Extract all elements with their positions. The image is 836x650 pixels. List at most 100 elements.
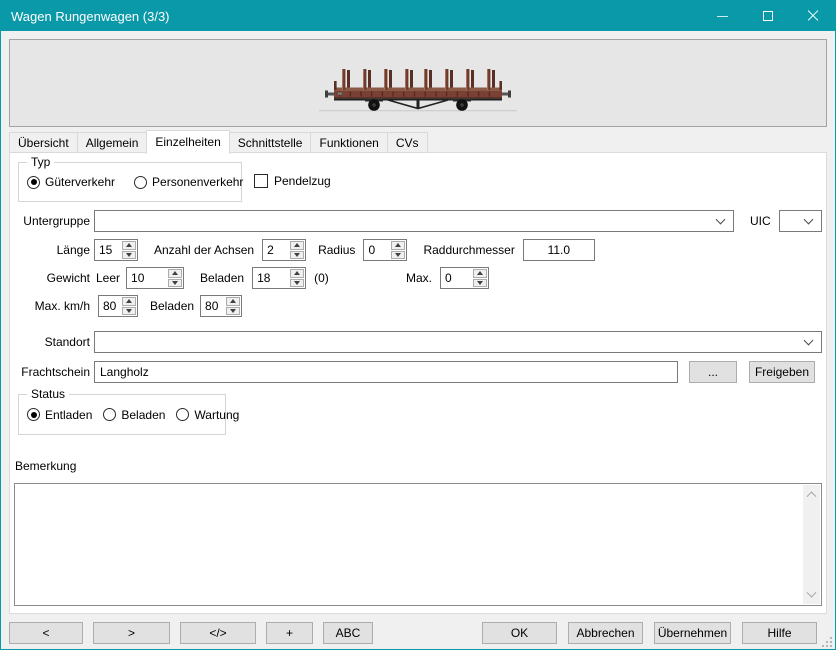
next-button[interactable]: >: [93, 622, 170, 644]
code-button[interactable]: </>: [180, 622, 256, 644]
beladen2-label: Beladen: [150, 299, 194, 313]
radio-wartung[interactable]: Wartung: [176, 408, 239, 422]
untergruppe-combobox[interactable]: [94, 210, 734, 232]
radio-beladen[interactable]: Beladen: [103, 408, 165, 422]
laenge-spinner[interactable]: 15: [94, 239, 138, 261]
radio-entladen[interactable]: Entladen: [27, 408, 92, 422]
prev-button[interactable]: <: [9, 622, 83, 644]
spin-down-icon[interactable]: [122, 251, 136, 260]
spin-down-icon[interactable]: [290, 279, 304, 288]
close-button[interactable]: [790, 1, 835, 31]
spin-down-icon[interactable]: [473, 279, 487, 288]
wagon-image-panel: [9, 39, 827, 127]
tab-strip: Übersicht Allgemein Einzelheiten Schnitt…: [9, 129, 428, 153]
tab-einzelheiten[interactable]: Einzelheiten: [146, 130, 229, 154]
gewicht-label: Gewicht: [14, 271, 90, 285]
tab-page-einzelheiten: Typ Güterverkehr Personenverkehr Pendelz…: [9, 152, 827, 614]
spin-up-icon[interactable]: [290, 269, 304, 278]
radio-beladen-icon: [103, 408, 116, 421]
uic-combobox[interactable]: [779, 210, 822, 232]
beladen-suffix: (0): [314, 271, 329, 285]
bemerkung-textarea[interactable]: [14, 483, 822, 606]
achsen-label: Anzahl der Achsen: [154, 243, 254, 257]
maxkmh-label: Max. km/h: [14, 299, 90, 313]
beladen2-value: 80: [201, 296, 225, 316]
spin-up-icon[interactable]: [391, 241, 405, 250]
typ-groupbox: Typ Güterverkehr Personenverkehr: [18, 162, 242, 202]
raddurchmesser-label: Raddurchmesser: [423, 243, 514, 257]
beladen2-spinner[interactable]: 80: [200, 295, 242, 317]
cancel-button[interactable]: Abbrechen: [568, 622, 643, 644]
maximize-icon: [763, 11, 773, 21]
beladen-label: Beladen: [200, 271, 244, 285]
radio-entladen-icon: [27, 408, 40, 421]
spin-up-icon[interactable]: [473, 269, 487, 278]
spin-up-icon[interactable]: [122, 297, 136, 306]
radio-beladen-label: Beladen: [121, 408, 165, 422]
apply-button[interactable]: Übernehmen: [654, 622, 731, 644]
laenge-label: Länge: [14, 243, 90, 257]
max-spinner[interactable]: 0: [440, 267, 489, 289]
ok-button[interactable]: OK: [482, 622, 557, 644]
browse-button[interactable]: ...: [689, 361, 737, 383]
maximize-button[interactable]: [745, 1, 790, 31]
resize-grip[interactable]: [822, 637, 832, 647]
maxkmh-spinner[interactable]: 80: [98, 295, 138, 317]
radio-gueterverkehr-icon: [27, 176, 40, 189]
help-button[interactable]: Hilfe: [742, 622, 817, 644]
spin-down-icon[interactable]: [122, 307, 136, 316]
freigeben-button[interactable]: Freigeben: [749, 361, 815, 383]
tab-funktionen[interactable]: Funktionen: [310, 132, 387, 153]
laenge-value: 15: [95, 240, 121, 260]
tab-schnittstelle[interactable]: Schnittstelle: [229, 132, 312, 153]
pendelzug-checkbox[interactable]: Pendelzug: [254, 174, 331, 188]
spin-up-icon[interactable]: [226, 297, 240, 306]
beladen-spinner[interactable]: 18: [252, 267, 306, 289]
radio-personenverkehr-label: Personenverkehr: [152, 175, 243, 189]
radius-spinner[interactable]: 0: [363, 239, 407, 261]
spin-up-icon[interactable]: [290, 241, 304, 250]
spin-down-icon[interactable]: [168, 279, 182, 288]
radio-gueterverkehr[interactable]: Güterverkehr: [27, 175, 115, 189]
close-icon: [807, 10, 819, 22]
add-button[interactable]: +: [266, 622, 313, 644]
uic-label: UIC: [750, 214, 771, 228]
radio-personenverkehr[interactable]: Personenverkehr: [134, 175, 243, 189]
tab-uebersicht[interactable]: Übersicht: [9, 132, 78, 153]
dialog-button-group: OK Abbrechen Übernehmen Hilfe: [482, 622, 817, 644]
minimize-button[interactable]: [700, 1, 745, 31]
achsen-spinner[interactable]: 2: [262, 239, 306, 261]
standort-combobox[interactable]: [94, 331, 822, 353]
scroll-up-icon[interactable]: [803, 485, 820, 502]
titlebar[interactable]: Wagen Rungenwagen (3/3): [1, 1, 835, 31]
max-label: Max.: [406, 271, 432, 285]
untergruppe-label: Untergruppe: [14, 214, 90, 228]
radio-wartung-icon: [176, 408, 189, 421]
minimize-icon: [717, 16, 728, 17]
checkbox-icon: [254, 174, 268, 188]
chevron-down-icon: [804, 336, 814, 346]
radio-personenverkehr-icon: [134, 176, 147, 189]
frachtschein-input[interactable]: [94, 361, 678, 383]
leer-value: 10: [127, 268, 167, 288]
tab-allgemein[interactable]: Allgemein: [77, 132, 148, 153]
leer-label: Leer: [96, 271, 120, 285]
spin-down-icon[interactable]: [391, 251, 405, 260]
spin-down-icon[interactable]: [290, 251, 304, 260]
radio-gueterverkehr-label: Güterverkehr: [45, 175, 115, 189]
abc-button[interactable]: ABC: [323, 622, 373, 644]
chevron-down-icon: [716, 215, 726, 225]
spin-up-icon[interactable]: [122, 241, 136, 250]
raddurchmesser-input[interactable]: [523, 239, 595, 261]
chevron-down-icon: [803, 215, 813, 225]
status-groupbox: Status Entladen Beladen Wartung: [18, 394, 226, 435]
radius-label: Radius: [318, 243, 355, 257]
radio-entladen-label: Entladen: [45, 408, 92, 422]
spin-down-icon[interactable]: [226, 307, 240, 316]
tab-cvs[interactable]: CVs: [387, 132, 428, 153]
frachtschein-label: Frachtschein: [14, 365, 90, 379]
bemerkung-scrollbar[interactable]: [803, 485, 820, 604]
leer-spinner[interactable]: 10: [126, 267, 184, 289]
spin-up-icon[interactable]: [168, 269, 182, 278]
scroll-down-icon[interactable]: [803, 587, 820, 604]
